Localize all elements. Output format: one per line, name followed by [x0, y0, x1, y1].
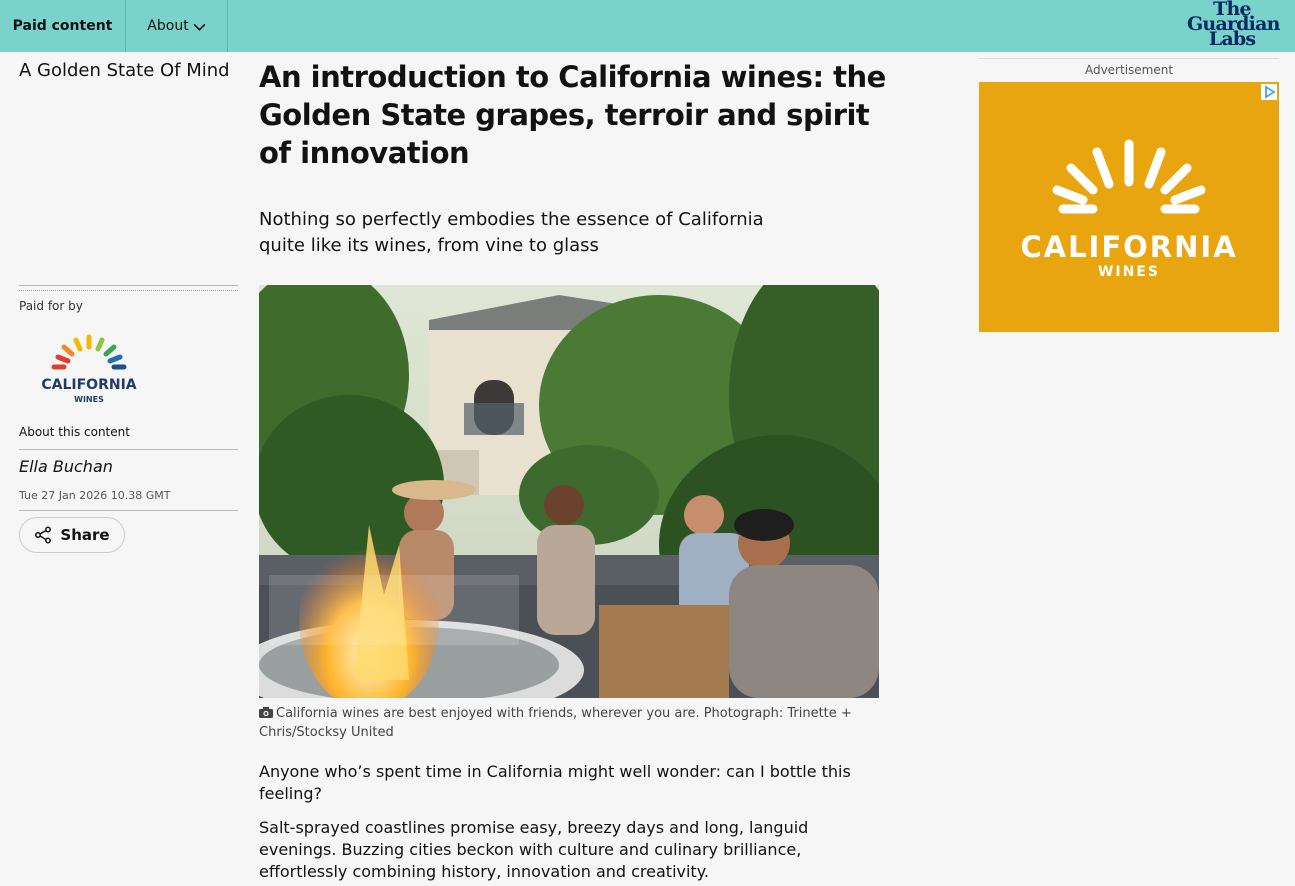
sponsor-logo-sub: WINES	[74, 395, 104, 404]
share-icon	[35, 526, 52, 544]
ad-sub-text: WINES	[1097, 264, 1160, 280]
sidebar-dotted-divider	[19, 290, 238, 291]
image-caption: California wines are best enjoyed with f…	[259, 704, 879, 742]
sponsor-logo-text: CALIFORNIA	[41, 377, 136, 393]
advertisement-banner[interactable]: CALIFORNIA WINES	[979, 82, 1279, 332]
about-this-content-link[interactable]: About this content	[19, 425, 130, 439]
paid-for-by-label: Paid for by	[19, 299, 83, 313]
publish-date: Tue 27 Jan 2026 10.38 GMT	[19, 489, 171, 502]
paid-content-link[interactable]: Paid content	[0, 0, 126, 52]
chevron-down-icon	[193, 23, 206, 31]
sponsor-sunburst-icon: CALIFORNIA WINES	[41, 334, 137, 404]
hero-photo-illustration	[259, 285, 879, 698]
ad-divider	[979, 58, 1279, 59]
body-paragraph: Salt-sprayed coastlines promise easy, br…	[259, 818, 809, 881]
caption-text: California wines are best enjoyed with f…	[259, 706, 852, 740]
sidebar-divider	[19, 510, 238, 511]
ad-sunburst-icon	[1052, 139, 1206, 214]
top-bar: Paid content About The Guardian Labs	[0, 0, 1295, 52]
guardian-labs-logo[interactable]: The Guardian Labs	[1187, 0, 1280, 49]
share-label: Share	[60, 526, 110, 544]
share-button[interactable]: Share	[19, 517, 125, 553]
article-standfirst: Nothing so perfectly embodies the essenc…	[259, 209, 764, 256]
series-title[interactable]: A Golden State Of Mind	[19, 60, 230, 81]
sidebar-divider	[19, 285, 238, 286]
about-dropdown[interactable]: About	[126, 0, 228, 52]
camera-icon	[259, 707, 273, 718]
body-paragraph: Anyone who’s spent time in California mi…	[259, 762, 851, 803]
article-headline: An introduction to California wines: the…	[259, 60, 886, 170]
about-label: About	[147, 18, 189, 34]
hero-image	[259, 285, 879, 698]
ad-brand-text: CALIFORNIA	[1020, 230, 1238, 264]
sidebar-divider	[19, 449, 238, 450]
advertisement-label: Advertisement	[1084, 63, 1174, 77]
author-byline[interactable]: Ella Buchan	[19, 457, 113, 476]
sponsor-logo[interactable]: CALIFORNIA WINES	[30, 332, 150, 408]
